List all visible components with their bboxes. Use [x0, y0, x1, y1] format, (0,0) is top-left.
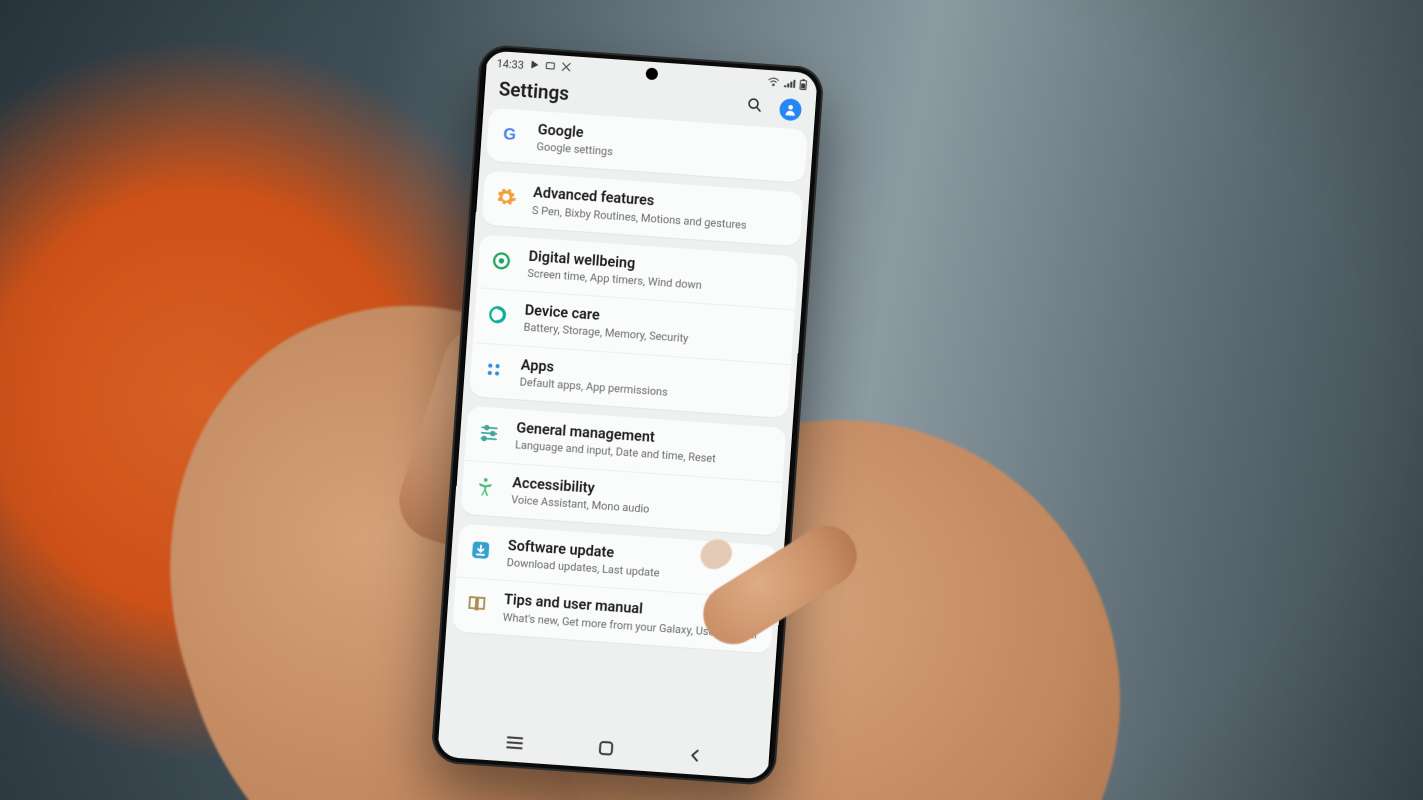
wellbeing-icon: [488, 247, 516, 275]
status-time: 14:33: [496, 57, 524, 72]
sliders-icon: [475, 419, 503, 447]
settings-group: General management Language and input, D…: [460, 406, 786, 536]
svg-text:G: G: [503, 125, 517, 144]
book-icon: [463, 590, 491, 618]
profile-avatar[interactable]: [779, 97, 802, 120]
settings-list[interactable]: G Google Google settings: [440, 107, 814, 743]
play-icon: [529, 59, 540, 73]
gear-icon: [492, 184, 520, 212]
background-scene: 14:33: [0, 0, 1423, 800]
phone-bezel: 14:33: [437, 50, 819, 780]
settings-group: Advanced features S Pen, Bixby Routines,…: [481, 171, 803, 247]
sync-off-icon: [561, 61, 572, 75]
recents-button[interactable]: [505, 734, 524, 754]
message-icon: [545, 60, 556, 74]
status-left: 14:33: [496, 57, 572, 75]
apps-icon: [480, 355, 508, 383]
back-button[interactable]: [687, 747, 702, 767]
search-icon[interactable]: [745, 95, 764, 118]
signal-icon: [783, 78, 796, 89]
phone-screen: 14:33: [437, 50, 818, 779]
download-icon: [467, 536, 495, 564]
settings-group: Digital wellbeing Screen time, App timer…: [469, 234, 799, 418]
settings-item-advanced-features[interactable]: Advanced features S Pen, Bixby Routines,…: [481, 171, 803, 247]
phone-device: 14:33: [430, 44, 824, 786]
google-icon: G: [497, 120, 525, 148]
home-button[interactable]: [597, 740, 614, 761]
wifi-icon: [767, 77, 780, 88]
device-care-icon: [484, 301, 512, 329]
status-right: [767, 76, 808, 91]
accessibility-icon: [471, 473, 499, 501]
battery-icon: [799, 78, 808, 91]
